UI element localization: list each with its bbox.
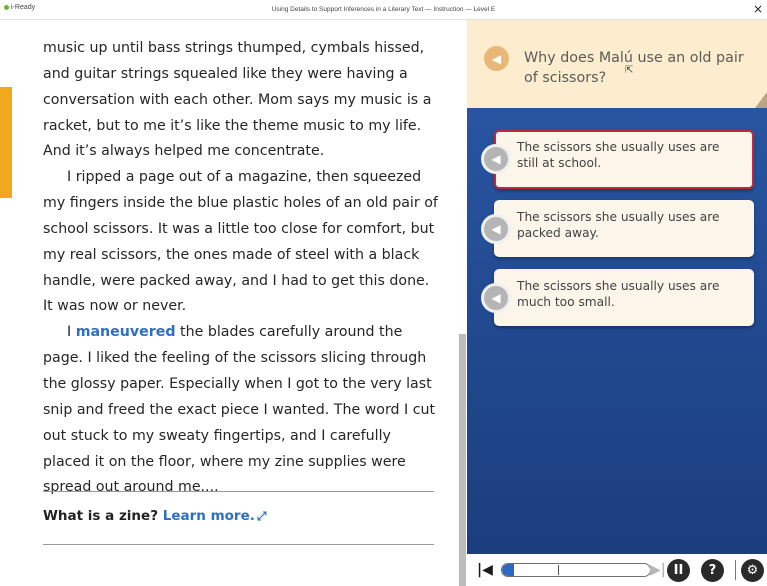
divider-bottom — [43, 544, 434, 545]
answer-choice-1[interactable]: The scissors she usually uses are still … — [494, 130, 754, 189]
passage-paragraph-1: music up until bass strings thumped, cym… — [43, 40, 432, 160]
close-icon[interactable]: × — [753, 2, 763, 16]
speaker-icon[interactable]: ◀ — [481, 144, 511, 174]
controls-separator — [735, 560, 736, 580]
question-text: Why does Malú use an old pair of scissor… — [524, 50, 744, 86]
paragraph-3-start: I — [67, 324, 76, 341]
title-bar: i-Ready Using Details to Support Inferen… — [0, 0, 767, 20]
zine-question: What is a zine? — [43, 508, 163, 524]
question-corner — [755, 92, 767, 108]
question-panel: ◀ Why does Malú use an old pair of sciss… — [467, 20, 767, 586]
answer-choice-3-text: The scissors she usually uses are much t… — [517, 279, 720, 309]
vocab-word-maneuvered[interactable]: maneuvered — [76, 324, 176, 340]
speaker-icon[interactable]: ◀ — [484, 46, 509, 71]
progress-fill — [502, 564, 514, 576]
passage-panel[interactable]: music up until bass strings thumped, cym… — [0, 20, 467, 586]
answer-choice-1-text: The scissors she usually uses are still … — [517, 140, 720, 170]
help-icon[interactable]: ? — [701, 559, 724, 582]
passage-paragraph-2: I ripped a page out of a magazine, then … — [43, 169, 438, 315]
speaker-icon[interactable]: ◀ — [481, 214, 511, 244]
accent-bar — [0, 87, 12, 198]
question-box: ◀ Why does Malú use an old pair of sciss… — [467, 20, 767, 108]
window-title: Using Details to Support Inferences in a… — [271, 6, 496, 13]
passage-paragraph-3: I maneuvered the blades carefully around… — [43, 320, 438, 501]
pause-icon[interactable]: II — [667, 559, 690, 582]
progress-bar[interactable] — [501, 563, 651, 577]
scrollbar[interactable] — [459, 334, 466, 586]
answer-choice-2[interactable]: The scissors she usually uses are packed… — [494, 200, 754, 257]
gear-icon[interactable]: ⚙ — [741, 559, 764, 582]
paragraph-3-rest: the blades carefully around the page. I … — [43, 324, 436, 496]
zine-callout: What is a zine? Learn more. ⤢ — [43, 508, 266, 524]
passage-text: music up until bass strings thumped, cym… — [43, 36, 438, 501]
mouse-cursor-icon: ⇱ — [625, 65, 634, 76]
expand-arrows-icon[interactable]: ⤢ — [257, 509, 267, 523]
skip-back-icon[interactable]: |◀ — [477, 562, 493, 578]
divider-top — [43, 491, 434, 492]
speaker-icon[interactable]: ◀ — [481, 283, 511, 313]
progress-marker — [558, 565, 559, 575]
answer-choice-3[interactable]: The scissors she usually uses are much t… — [494, 269, 754, 326]
skip-forward-icon[interactable]: ▶| — [650, 562, 666, 578]
answer-choice-2-text: The scissors she usually uses are packed… — [517, 210, 720, 240]
learn-more-link[interactable]: Learn more. — [163, 508, 255, 524]
player-controls: |◀ ▶| II ? ⚙ — [467, 554, 767, 586]
